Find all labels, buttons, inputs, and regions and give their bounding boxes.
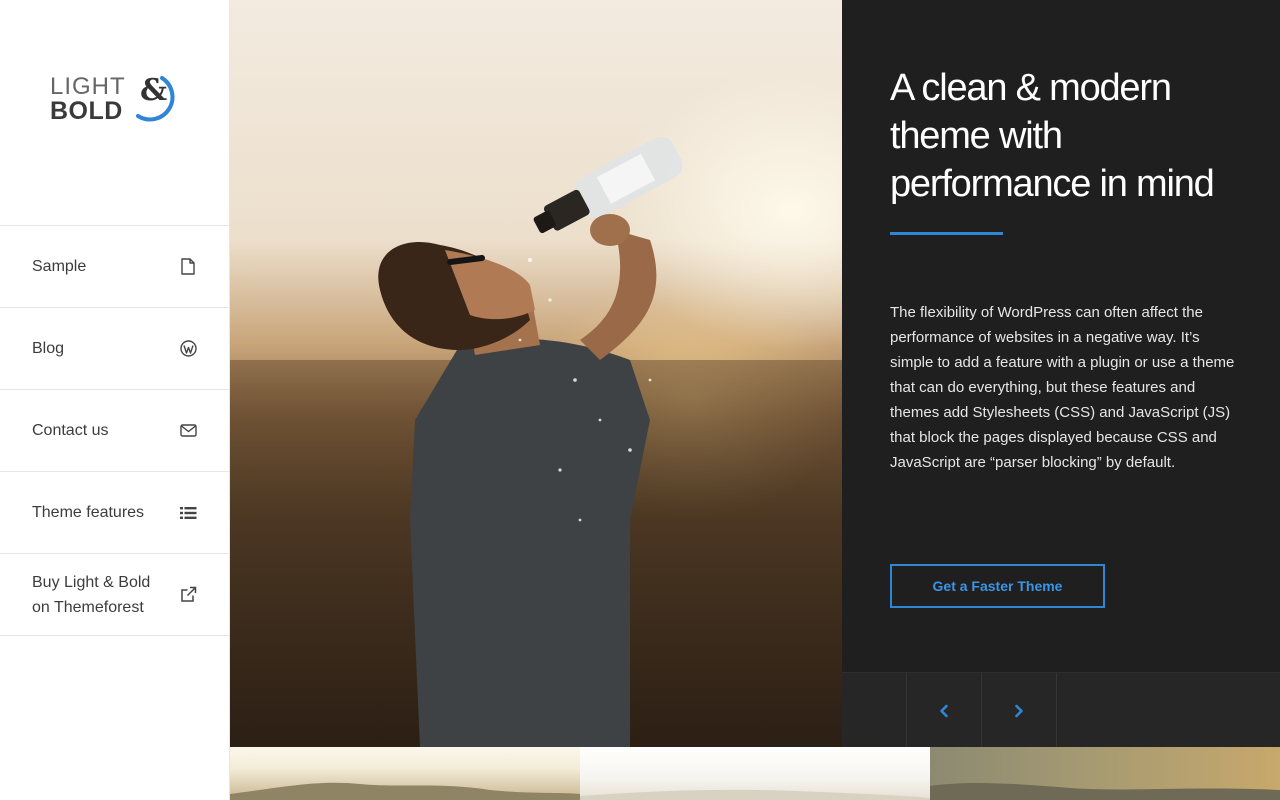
hero-headline: A clean & modern theme with performance … <box>890 67 1215 205</box>
slider-prev-button[interactable] <box>906 673 981 748</box>
menu-item-blog[interactable]: Blog <box>0 308 229 390</box>
menu-item-sample[interactable]: Sample <box>0 226 229 308</box>
envelope-icon <box>179 422 197 440</box>
logo-bold-text: BOLD <box>50 97 123 125</box>
gallery-thumbnail[interactable] <box>580 747 930 800</box>
chevron-left-icon <box>939 704 948 717</box>
hero-image <box>230 0 842 747</box>
site-logo[interactable]: LIGHT BOLD & <box>50 72 182 130</box>
hero-text-panel: A clean & modern theme with performance … <box>842 0 1280 748</box>
sidebar-menu: Sample Blog Contact us Theme features Bu… <box>0 225 229 636</box>
menu-item-buy-themeforest[interactable]: Buy Light & Bold on Themeforest <box>0 554 229 636</box>
hero-body-text: The flexibility of WordPress can often a… <box>890 304 1235 471</box>
menu-item-contact[interactable]: Contact us <box>0 390 229 472</box>
menu-item-label: Sample <box>32 258 87 275</box>
logo-ampersand: & <box>140 73 168 108</box>
slider-divider <box>1056 673 1057 748</box>
file-icon <box>179 258 197 276</box>
slider-next-button[interactable] <box>981 673 1056 748</box>
gallery-thumbnail[interactable] <box>230 747 580 800</box>
menu-item-theme-features[interactable]: Theme features <box>0 472 229 554</box>
headline-divider <box>890 232 1003 235</box>
sidebar: LIGHT BOLD & Sample Blog Contact us Them <box>0 0 230 800</box>
logo-light-text: LIGHT <box>50 73 126 100</box>
get-faster-theme-button[interactable]: Get a Faster Theme <box>890 564 1105 608</box>
person-drinking-illustration <box>378 137 683 747</box>
menu-item-label: Buy Light & Bold on Themeforest <box>32 573 151 616</box>
menu-item-label: Theme features <box>32 504 145 521</box>
menu-item-label: Blog <box>32 340 65 357</box>
external-link-icon <box>179 586 197 604</box>
gallery-thumbnail[interactable] <box>930 747 1280 800</box>
wordpress-icon <box>179 340 197 358</box>
menu-item-label: Contact us <box>32 422 109 439</box>
chevron-right-icon <box>1014 704 1023 717</box>
slider-navigation <box>842 672 1280 748</box>
list-icon <box>179 504 197 522</box>
